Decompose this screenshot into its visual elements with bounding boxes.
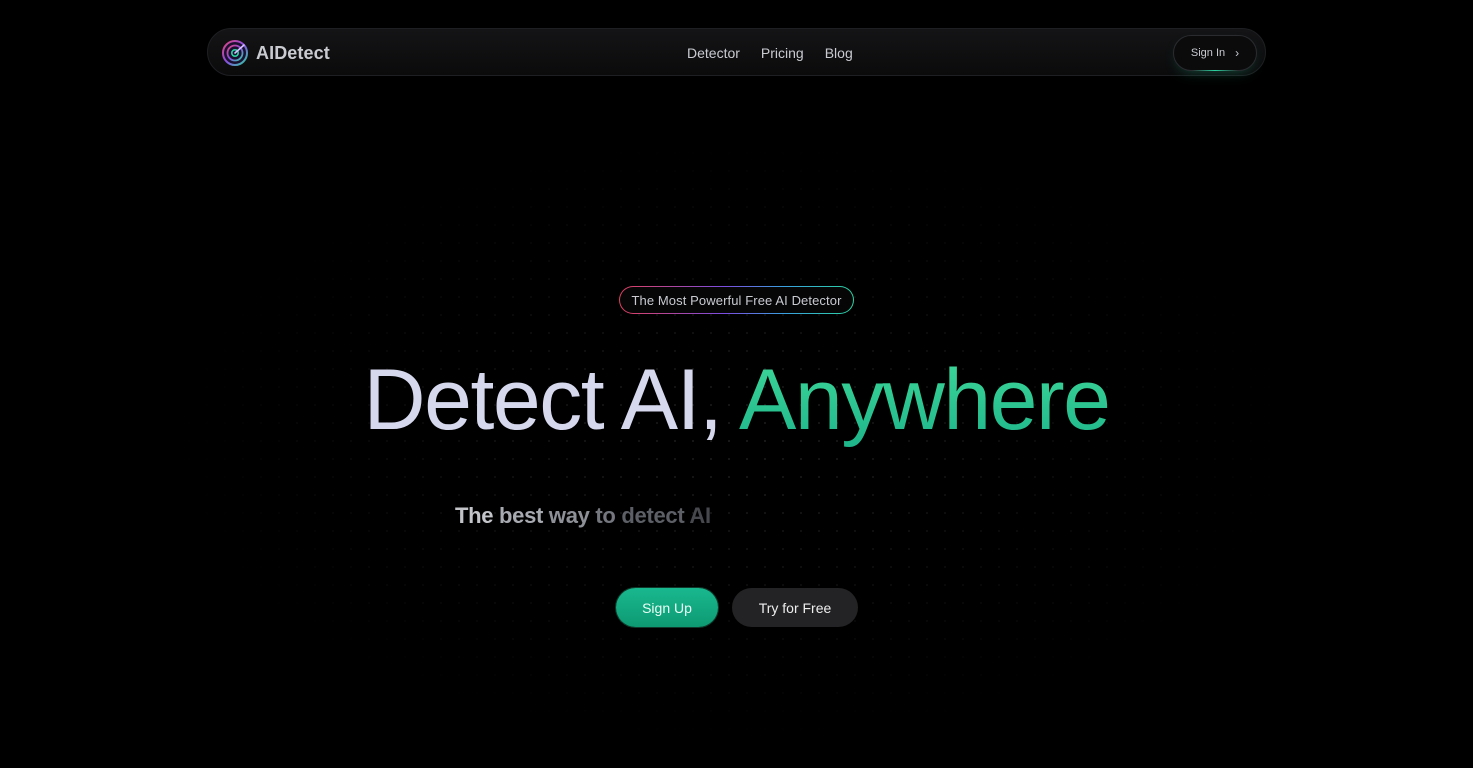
typing-subtitle: The best way to detect AI: [455, 503, 711, 529]
main-nav: Detector Pricing Blog: [687, 29, 853, 77]
hero-headline: Detect AI, Anywhere: [0, 350, 1473, 450]
brand-name: AIDetect: [256, 42, 330, 63]
sign-up-button[interactable]: Sign Up: [616, 588, 718, 627]
headline-part-detect-ai: Detect AI,: [363, 352, 740, 448]
nav-link-blog[interactable]: Blog: [825, 45, 853, 61]
radar-target-icon: [222, 40, 248, 66]
hero-badge-text: The Most Powerful Free AI Detector: [620, 287, 853, 313]
typing-word: to: [595, 503, 616, 528]
typing-word: The: [455, 503, 494, 528]
try-for-free-button[interactable]: Try for Free: [732, 588, 858, 627]
sign-in-label: Sign In: [1190, 47, 1226, 59]
sign-in-glow: [1192, 70, 1238, 71]
hero-badge: The Most Powerful Free AI Detector: [619, 286, 854, 314]
typing-word: way: [548, 503, 590, 528]
landing-page: AIDetect Detector Pricing Blog Sign In ›…: [0, 0, 1473, 768]
typing-word: AI: [689, 503, 711, 528]
nav-link-pricing[interactable]: Pricing: [761, 45, 804, 61]
headline-part-anywhere: Anywhere: [739, 352, 1111, 448]
nav-link-detector[interactable]: Detector: [687, 45, 740, 61]
brand-logo-link[interactable]: AIDetect: [222, 40, 330, 66]
sign-in-button[interactable]: Sign In ›: [1173, 35, 1257, 71]
typing-word: detect: [621, 503, 685, 528]
chevron-right-icon: ›: [1235, 46, 1240, 60]
top-navbar: AIDetect Detector Pricing Blog Sign In ›: [207, 28, 1266, 76]
typing-word: best: [499, 503, 544, 528]
